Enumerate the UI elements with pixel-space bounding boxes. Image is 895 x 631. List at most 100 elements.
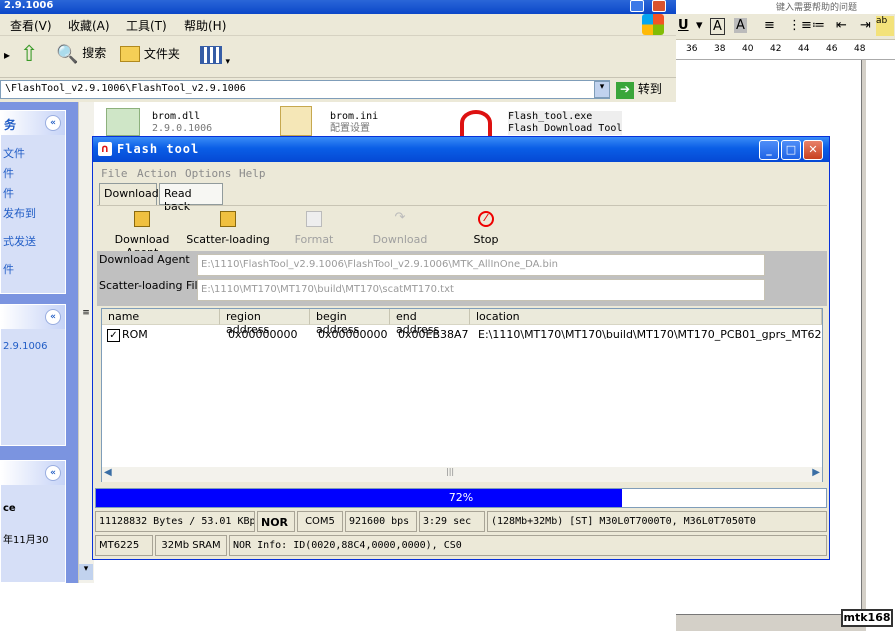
scroll-left-icon[interactable]: ◀ — [104, 467, 112, 478]
menu-action[interactable]: Action — [137, 167, 177, 180]
file-item[interactable]: Flash_tool.exe Flash Download Tool — [508, 111, 623, 135]
details-header[interactable]: « — [1, 461, 65, 485]
column-header[interactable]: region address — [220, 309, 310, 336]
ruler-tick: 46 — [826, 44, 838, 54]
dropdown-icon[interactable]: ▾ — [696, 18, 703, 33]
document-margin — [866, 60, 895, 631]
task-link[interactable]: 件 — [3, 185, 14, 201]
scroll-down-icon[interactable]: ▾ — [79, 564, 93, 580]
tasks-panel: 务 « 文件 件 件 发布到 式发送 件 — [0, 110, 66, 294]
ruler-tick: 48 — [854, 44, 866, 54]
ruler-tick: 38 — [714, 44, 726, 54]
task-link[interactable]: 式发送 — [3, 233, 36, 249]
status-port: COM5 — [297, 511, 343, 532]
go-button[interactable]: ➔ 转到 — [616, 80, 662, 99]
flash-tool-titlebar[interactable]: ∩ Flash tool _ □ ✕ — [93, 137, 829, 162]
cell-end: 0x00EB38A7 — [398, 328, 469, 341]
file-item[interactable]: brom.dll 2.9.0.1006 — [152, 111, 212, 135]
menu-help[interactable]: Help — [239, 167, 266, 180]
char-border-icon[interactable]: A — [710, 18, 725, 35]
char-shading-icon[interactable]: A — [734, 18, 747, 33]
task-link[interactable]: 件 — [3, 165, 14, 181]
status-time: 3:29 sec — [419, 511, 485, 532]
back-dropdown-icon[interactable]: ▸ — [4, 48, 10, 62]
cell-region: 0x00000000 — [228, 328, 298, 341]
views-button[interactable]: ▾ — [200, 46, 234, 68]
file-sub: Flash Download Tool — [508, 123, 623, 134]
place-link[interactable]: 2.9.1006 — [3, 341, 48, 352]
explorer-menubar: 查看(V) 收藏(A) 工具(T) 帮助(H) — [0, 14, 676, 36]
close-button[interactable]: ✕ — [803, 140, 823, 160]
outdent-icon[interactable]: ⇥ — [860, 18, 871, 33]
table-row[interactable]: ✓ ROM 0x00000000 0x00000000 0x00EB38A7 E… — [102, 327, 822, 345]
menu-favorites[interactable]: 收藏(A) — [68, 17, 110, 34]
download-agent-label: Download Agent — [99, 253, 190, 266]
file-name: brom.dll — [152, 111, 201, 122]
search-button[interactable]: 🔍 搜索 — [56, 44, 106, 70]
address-dropdown-icon[interactable]: ▾ — [594, 81, 610, 98]
ruler-tick: 36 — [686, 44, 698, 54]
task-link[interactable]: 发布到 — [3, 205, 36, 221]
divider — [97, 205, 827, 206]
column-header[interactable]: end address — [390, 309, 470, 336]
folder-icon — [120, 45, 140, 62]
row-checkbox[interactable]: ✓ — [107, 329, 120, 342]
folders-button[interactable]: 文件夹 — [120, 44, 180, 70]
explorer-toolbar: ▸ ⇧ 🔍 搜索 文件夹 ▾ — [0, 36, 676, 78]
scatter-loading-button[interactable]: Scatter-loading — [183, 211, 273, 246]
tab-read-back[interactable]: Read back — [159, 183, 223, 213]
scroll-right-icon[interactable]: ▶ — [812, 467, 820, 478]
file-item[interactable]: brom.ini 配置设置 — [330, 111, 378, 135]
up-folder-icon[interactable]: ⇧ — [20, 42, 38, 67]
menu-help[interactable]: 帮助(H) — [184, 17, 226, 34]
collapse-icon[interactable]: « — [45, 115, 61, 131]
status-flash-info: (128Mb+32Mb) [ST] M30L0T7000T0, M36L0T70… — [487, 511, 827, 532]
download-button[interactable]: ↷ Download — [355, 211, 445, 247]
progress-bar: 72% — [95, 488, 827, 508]
ini-file-icon[interactable] — [280, 106, 312, 136]
align-center-icon[interactable]: ≡ — [764, 18, 775, 33]
collapse-icon[interactable]: « — [45, 465, 61, 481]
task-link[interactable]: 件 — [3, 261, 14, 277]
underline-icon[interactable]: U — [678, 18, 689, 33]
go-label: 转到 — [637, 82, 662, 96]
indent-icon[interactable]: ⇤ — [836, 18, 847, 33]
stop-button[interactable]: ⁄ Stop — [441, 211, 531, 246]
maximize-button[interactable] — [630, 0, 644, 12]
highlight-icon[interactable]: ab — [876, 16, 894, 36]
format-button[interactable]: Format — [269, 211, 359, 246]
menu-file[interactable]: File — [101, 167, 128, 180]
toolbar-label: Format — [294, 233, 334, 246]
scroll-grip-icon[interactable]: ||| — [446, 467, 454, 476]
menu-tools[interactable]: 工具(T) — [126, 17, 167, 34]
tasks-panel-header[interactable]: 务 « — [1, 111, 65, 135]
collapse-icon[interactable]: « — [45, 309, 61, 325]
address-input[interactable]: \FlashTool_v2.9.1006\FlashTool_v2.9.1006 — [0, 80, 610, 99]
dll-file-icon[interactable] — [106, 108, 140, 136]
other-places-header[interactable]: « — [1, 305, 65, 329]
search-label: 搜索 — [82, 46, 107, 60]
chevron-down-icon: ▾ — [225, 57, 231, 67]
task-link[interactable]: 文件 — [3, 145, 25, 161]
watermark-logo: mtk168 — [841, 609, 893, 627]
minimize-button[interactable]: _ — [759, 140, 779, 160]
menu-options[interactable]: Options — [185, 167, 231, 180]
numbering-icon[interactable]: ⋮≡ — [788, 18, 812, 33]
maximize-button[interactable]: □ — [781, 140, 801, 160]
download-agent-field[interactable]: E:\1110\FlashTool_v2.9.1006\FlashTool_v2… — [197, 254, 765, 276]
bullets-icon[interactable]: ≔ — [812, 18, 825, 33]
menu-view[interactable]: 查看(V) — [10, 17, 52, 34]
scroll-grip-icon[interactable]: ≡ — [79, 308, 93, 322]
horizontal-scrollbar[interactable]: ◀ ||| ▶ — [102, 467, 822, 482]
close-button[interactable] — [652, 0, 666, 12]
file-sub: 配置设置 — [330, 123, 370, 134]
exe-file-icon[interactable] — [460, 110, 492, 136]
format-icon — [306, 211, 322, 227]
column-header[interactable]: location — [470, 309, 822, 325]
scatter-file-field[interactable]: E:\1110\MT170\MT170\build\MT170\scatMT17… — [197, 279, 765, 301]
status-sram: 32Mb SRAM — [155, 535, 227, 556]
tab-download[interactable]: Download — [99, 183, 159, 205]
column-header[interactable]: name — [102, 309, 220, 325]
help-search-box[interactable]: 键入需要帮助的问题 — [776, 0, 895, 14]
column-header[interactable]: begin address — [310, 309, 390, 336]
